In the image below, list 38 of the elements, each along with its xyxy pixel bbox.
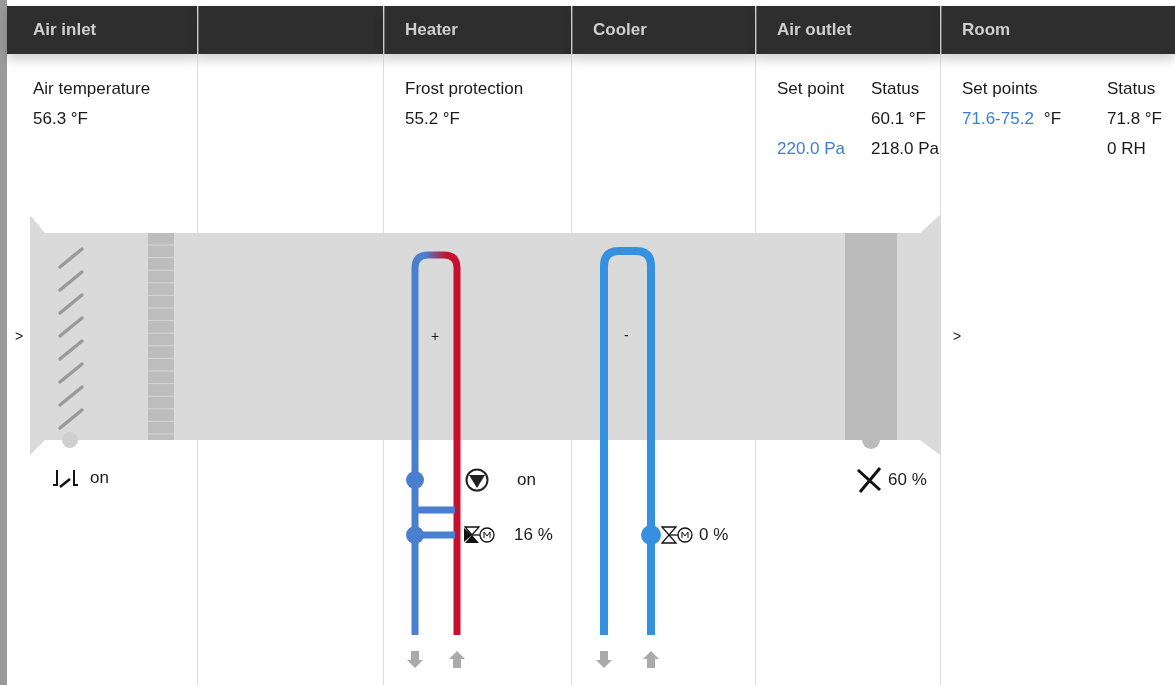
valve-icon xyxy=(463,526,495,543)
up-arrow-icon xyxy=(449,651,465,668)
outlet-arrow: > xyxy=(953,328,962,344)
column-header: Air inlet xyxy=(7,6,197,54)
heater-sign: + xyxy=(431,328,440,344)
valve-icon xyxy=(660,526,693,544)
up-arrow-icon xyxy=(643,651,659,668)
fan-icon xyxy=(857,467,882,493)
cooler-sign: - xyxy=(624,327,629,343)
actuator-icon xyxy=(52,469,79,488)
down-arrow-icon xyxy=(407,651,423,668)
reading-label: Air temperature xyxy=(33,78,151,100)
setpoint-label: Set point xyxy=(777,78,846,100)
fan-reading: 60 % xyxy=(888,470,927,490)
setpoint-pressure[interactable]: 220.0 Pa xyxy=(777,134,871,164)
column-header: Heater xyxy=(384,6,571,54)
down-arrow-icon xyxy=(596,651,612,668)
inlet-arrow: > xyxy=(15,328,24,344)
status-label: Status xyxy=(1107,78,1157,100)
setpoints-label: Set points xyxy=(962,78,1039,100)
status-label: Status xyxy=(871,78,921,100)
pump-icon xyxy=(465,468,489,492)
valve-reading: 16 % xyxy=(514,525,553,545)
pump-state: on xyxy=(517,470,536,490)
column-header: Room xyxy=(941,6,1175,54)
status-humidity: 0 RH xyxy=(1107,138,1147,160)
status-temperature: 60.1 °F xyxy=(871,108,927,130)
setpoints-unit: °F xyxy=(1043,108,1062,130)
valve-reading: 0 % xyxy=(699,525,729,545)
column-header: Cooler xyxy=(572,6,755,54)
reading-value: 56.3 °F xyxy=(33,108,88,130)
reading-value: 55.2 °F xyxy=(405,108,460,130)
damper-state: on xyxy=(90,468,109,488)
column-header: Air outlet xyxy=(756,6,940,54)
status-pressure: 218.0 Pa xyxy=(871,138,940,160)
status-temperature: 71.8 °F xyxy=(1107,108,1163,130)
reading-label: Frost protection xyxy=(405,78,524,100)
setpoints-range[interactable]: 71.6-75.2 xyxy=(962,104,1034,134)
